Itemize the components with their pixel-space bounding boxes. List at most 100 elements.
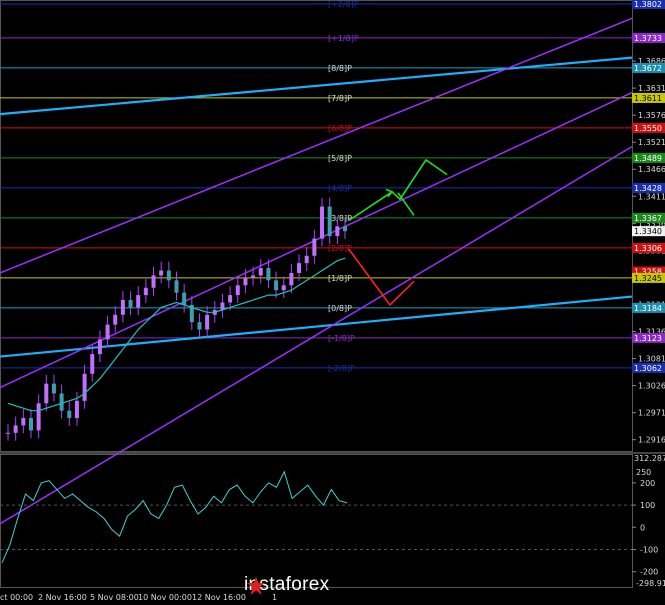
- price-tag-label: 1.3489: [634, 154, 662, 163]
- price-tag-label: 1.3245: [634, 274, 662, 283]
- price-tag-label: 1.3340: [634, 227, 662, 236]
- cci-tick-label: 250: [636, 468, 651, 477]
- candle-body: [151, 275, 156, 288]
- candle-body: [312, 238, 317, 256]
- murrey-level-label: [5/8]P: [328, 154, 352, 163]
- candle-body: [335, 226, 340, 237]
- cci-tick-label: 200: [640, 479, 655, 488]
- candle-body: [205, 314, 210, 330]
- murrey-level-label: [+1/8]P: [328, 34, 359, 43]
- murrey-level-label: [-1/8]P: [328, 334, 355, 343]
- murrey-level-label: [0/8]P: [328, 304, 352, 313]
- candle-body: [28, 418, 33, 431]
- candle-body: [243, 277, 248, 286]
- price-tick-label: 1.3081: [638, 355, 665, 364]
- candle-body: [21, 418, 26, 426]
- candle-body: [327, 206, 332, 237]
- indicator-panel-frame: [0, 454, 633, 588]
- candle-body: [174, 280, 179, 293]
- murrey-level-label: [4/8]P: [328, 184, 352, 193]
- price-tag-label: 1.3802: [634, 0, 662, 9]
- candle-body: [44, 383, 49, 404]
- candle-body: [258, 268, 263, 276]
- cci-max-label: 312.2872: [634, 454, 665, 463]
- candle-body: [274, 280, 279, 291]
- time-axis-label: ct 00:00: [0, 593, 33, 602]
- candle-body: [136, 295, 141, 308]
- candle-body: [197, 322, 202, 330]
- price-tick-label: 1.3466: [638, 165, 665, 174]
- price-tick-label: 1.3411: [638, 192, 665, 201]
- candle-body: [105, 324, 110, 340]
- instaforex-logo-icon: [247, 576, 265, 595]
- candle-body: [120, 300, 125, 315]
- candle-body: [74, 400, 79, 419]
- price-tag-label: 1.3184: [634, 304, 662, 313]
- price-chart: 1.36861.36311.35761.35211.34661.34111.33…: [0, 0, 665, 602]
- candle-body: [82, 373, 87, 401]
- candle-body: [90, 354, 95, 374]
- candle-body: [182, 292, 187, 305]
- time-axis-label: 5 Nov 08:00: [90, 593, 139, 602]
- candle-body: [13, 425, 18, 433]
- price-tick-label: 1.2971: [638, 409, 665, 418]
- cci-tick-label: 100: [640, 501, 655, 510]
- candle-body: [289, 272, 294, 286]
- price-tag-label: 1.3123: [634, 334, 662, 343]
- candle-body: [166, 270, 171, 281]
- chart-window: 1.3686 1.3631 1.3576 1.3521 1.3466 1.3411 1.33…: [0, 0, 665, 605]
- candle-body: [51, 383, 56, 394]
- murrey-level-label: [1/8]P: [328, 274, 352, 283]
- candle-body: [59, 393, 64, 411]
- price-tag-label: 1.3733: [634, 34, 662, 43]
- price-tag-label: 1.3306: [634, 244, 662, 253]
- candle-body: [281, 285, 286, 291]
- price-tag-label: 1.3428: [634, 184, 662, 193]
- price-tag-label: 1.3611: [634, 94, 662, 103]
- candle-body: [251, 275, 256, 278]
- price-tick-label: 1.2916: [638, 436, 665, 445]
- time-axis-label: 2 Nov 16:00: [38, 593, 87, 602]
- candle-body: [320, 206, 325, 239]
- murrey-level-label: [2/8]P: [328, 244, 352, 253]
- price-tick-label: 1.3026: [638, 382, 665, 391]
- channel-upper: [0, 17, 633, 274]
- price-tag-label: 1.3367: [634, 214, 662, 223]
- cci-tick-label: 0: [640, 523, 645, 532]
- cci-tick-label: -100: [640, 545, 658, 554]
- price-tag-label: 1.3550: [634, 124, 662, 133]
- price-tick-label: 1.3631: [638, 84, 665, 93]
- candle-body: [304, 255, 309, 264]
- price-tick-label: 1.3576: [638, 111, 665, 120]
- cci-tick-label: -200: [640, 568, 658, 577]
- price-tick-label: 1.3521: [638, 138, 665, 147]
- candle-body: [143, 287, 148, 296]
- candle-body: [343, 226, 347, 232]
- price-tag-label: 1.3672: [634, 64, 662, 73]
- candle-body: [67, 410, 72, 419]
- candle-body: [97, 339, 102, 355]
- watermark: instaforex: [244, 574, 329, 596]
- murrey-level-label: [8/8]P: [328, 64, 352, 73]
- channel-lower: [0, 145, 633, 525]
- candle-body: [228, 295, 233, 303]
- candle-body: [113, 314, 118, 325]
- candle-body: [6, 432, 10, 434]
- candle-body: [220, 302, 225, 310]
- candle-body: [235, 285, 240, 296]
- time-axis-label: 10 Nov 00:00: [138, 593, 192, 602]
- murrey-level-label: [7/8]P: [328, 94, 352, 103]
- candle-body: [36, 403, 41, 431]
- candle-body: [266, 268, 271, 281]
- murrey-level-label: [-2/8]P: [328, 364, 355, 373]
- time-axis-label: 12 Nov 16:00: [192, 593, 246, 602]
- trend-line-upper: [0, 56, 633, 116]
- cci-min-label: -298.914: [636, 579, 665, 588]
- candle-body: [297, 263, 302, 273]
- trend-line-lower: [0, 295, 633, 358]
- candle-body: [128, 300, 133, 308]
- price-tag-label: 1.3062: [634, 364, 662, 373]
- murrey-level-label: [+2/8]P: [328, 0, 359, 9]
- forecast-up-arrow: [348, 158, 448, 222]
- candle-body: [159, 270, 164, 276]
